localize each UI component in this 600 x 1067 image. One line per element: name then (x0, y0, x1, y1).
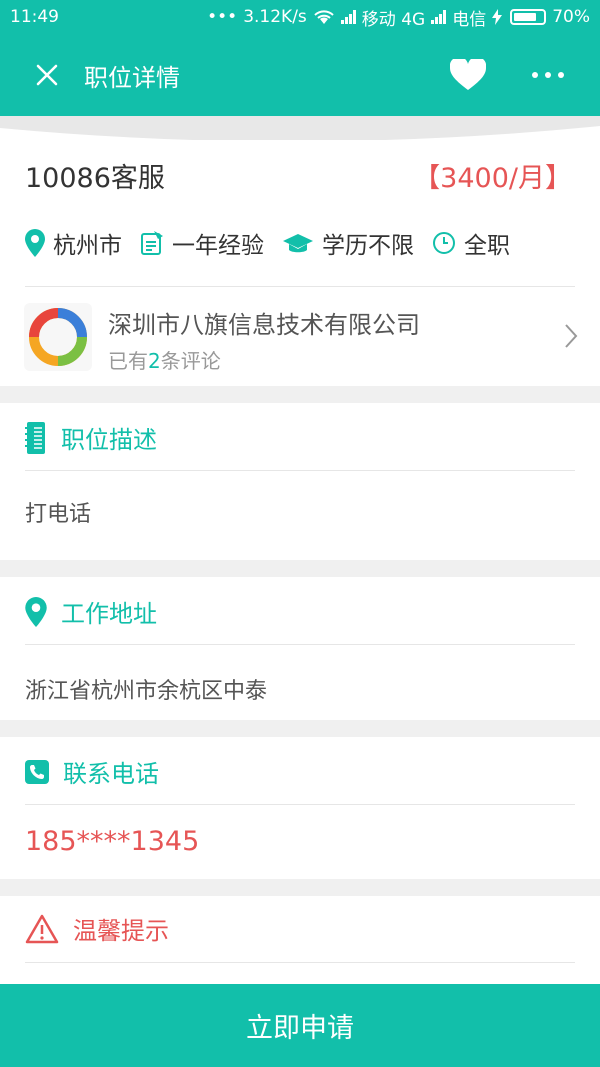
location-pin-icon (25, 229, 45, 257)
more-button[interactable] (526, 55, 570, 95)
contact-phone[interactable]: 185****1345 (25, 826, 199, 857)
tag-education-label: 学历不限 (322, 233, 414, 259)
charging-icon (492, 9, 503, 25)
wifi-icon (314, 10, 334, 24)
battery-level: 70% (552, 7, 590, 27)
salary: 【3400/月】 (413, 163, 572, 194)
tag-experience-label: 一年经验 (172, 233, 264, 259)
tag-experience: 一年经验 (140, 226, 264, 260)
company-name: 深圳市八旗信息技术有限公司 (108, 311, 420, 339)
tips-title: 温馨提示 (73, 917, 169, 945)
signal-icon (431, 10, 447, 24)
chevron-right-icon (565, 324, 578, 348)
divider (25, 470, 575, 471)
status-bar: 11:49 ••• 3.12K/s 移动 4G 电信 70% (0, 0, 600, 34)
notebook-icon (25, 421, 45, 454)
address-text: 浙江省杭州市余杭区中泰 (25, 679, 268, 704)
divider (25, 644, 575, 645)
app-bar: 职位详情 (0, 34, 600, 116)
page-title: 职位详情 (84, 63, 180, 92)
signal-icon (340, 10, 356, 24)
company-logo (24, 303, 92, 371)
divider (25, 804, 575, 805)
description-title: 职位描述 (61, 426, 157, 454)
carrier-1: 移动 4G (361, 9, 426, 30)
close-icon (36, 64, 58, 86)
close-button[interactable] (24, 52, 70, 98)
graduation-cap-icon (283, 234, 313, 253)
apply-button[interactable]: 立即申请 (0, 984, 600, 1067)
tips-header: 温馨提示 (25, 911, 169, 946)
location-pin-icon (25, 596, 47, 627)
certificate-icon (141, 231, 163, 255)
tag-type-label: 全职 (464, 233, 510, 259)
heart-icon (450, 59, 486, 90)
network-speed: 3.12K/s (243, 7, 307, 27)
battery-icon (510, 9, 547, 25)
description-header: 职位描述 (25, 420, 157, 455)
divider (25, 962, 575, 963)
carrier-2: 电信 (452, 9, 487, 30)
contact-title: 联系电话 (63, 760, 159, 788)
phone-icon (25, 759, 49, 784)
tag-location-label: 杭州市 (53, 233, 122, 259)
favorite-button[interactable] (448, 55, 488, 95)
reviews-prefix: 已有 (108, 349, 148, 373)
address-header: 工作地址 (25, 594, 157, 629)
company-row[interactable]: 深圳市八旗信息技术有限公司 已有2条评论 (0, 287, 600, 387)
more-dot (558, 72, 564, 78)
company-reviews: 已有2条评论 (108, 345, 221, 374)
clock-icon (433, 232, 455, 254)
address-title: 工作地址 (61, 600, 157, 628)
contact-header: 联系电话 (25, 754, 159, 789)
tag-education: 学历不限 (282, 226, 414, 260)
job-title: 10086客服 (25, 163, 165, 194)
reviews-suffix: 条评论 (160, 349, 221, 373)
reviews-count: 2 (148, 349, 161, 373)
job-tags: 杭州市 一年经验 学历不限 全职 (25, 226, 528, 260)
notification-dots: ••• (207, 7, 238, 27)
tag-type: 全职 (432, 226, 510, 260)
warning-icon (25, 914, 59, 943)
tag-location: 杭州市 (25, 226, 122, 260)
description-text: 打电话 (25, 502, 92, 527)
more-dot (532, 72, 538, 78)
status-time: 11:49 (10, 7, 59, 27)
more-dot (545, 72, 551, 78)
